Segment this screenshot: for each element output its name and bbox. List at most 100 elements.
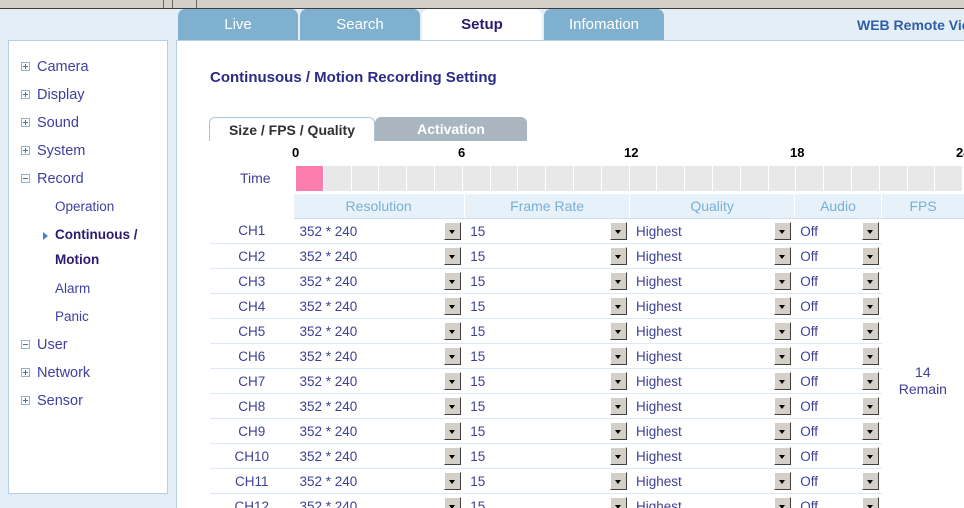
audio-select[interactable]: Off: [794, 493, 882, 508]
chevron-down-icon[interactable]: [774, 247, 792, 265]
resolution-select[interactable]: 352 * 240: [293, 443, 465, 469]
resolution-select[interactable]: 352 * 240: [293, 393, 465, 419]
quality-select[interactable]: Highest: [629, 468, 795, 494]
quality-select[interactable]: Highest: [629, 443, 795, 469]
schedule-cell-hour-1[interactable]: [324, 166, 352, 191]
chevron-down-icon[interactable]: [774, 397, 792, 415]
resolution-select[interactable]: 352 * 240: [293, 343, 465, 369]
resolution-select[interactable]: 352 * 240: [293, 468, 465, 494]
sidebar-item-motion[interactable]: Motion: [9, 249, 167, 275]
chevron-down-icon[interactable]: [861, 422, 879, 440]
frame-rate-select[interactable]: 15: [464, 393, 630, 419]
audio-select[interactable]: Off: [794, 368, 882, 394]
expand-plus-icon[interactable]: [21, 145, 30, 155]
sidebar-item-panic[interactable]: Panic: [9, 303, 167, 331]
chevron-down-icon[interactable]: [609, 472, 627, 490]
chevron-down-icon[interactable]: [609, 422, 627, 440]
chevron-down-icon[interactable]: [774, 472, 792, 490]
schedule-cell-hour-6[interactable]: [463, 166, 491, 191]
quality-select[interactable]: Highest: [629, 343, 795, 369]
chevron-down-icon[interactable]: [444, 372, 462, 390]
chevron-down-icon[interactable]: [444, 397, 462, 415]
schedule-cell-hour-13[interactable]: [657, 166, 686, 191]
resolution-select[interactable]: 352 * 240: [293, 418, 465, 444]
frame-rate-select[interactable]: 15: [464, 268, 630, 294]
chevron-down-icon[interactable]: [609, 272, 627, 290]
chevron-down-icon[interactable]: [774, 347, 792, 365]
schedule-cell-hour-16[interactable]: [741, 166, 769, 191]
chevron-down-icon[interactable]: [444, 222, 462, 240]
sidebar-item-record[interactable]: Record: [9, 165, 167, 193]
sidebar-item-operation[interactable]: Operation: [9, 193, 167, 221]
quality-select[interactable]: Highest: [629, 393, 795, 419]
collapse-minus-icon[interactable]: [21, 173, 30, 183]
sidebar-item-sound[interactable]: Sound: [9, 109, 167, 137]
tab-activation[interactable]: Activation: [375, 117, 527, 141]
chevron-down-icon[interactable]: [609, 347, 627, 365]
schedule-cell-hour-14[interactable]: [685, 166, 713, 191]
chevron-down-icon[interactable]: [774, 322, 792, 340]
quality-select[interactable]: Highest: [629, 318, 795, 344]
frame-rate-select[interactable]: 15: [464, 293, 630, 319]
schedule-cell-hour-21[interactable]: [880, 166, 908, 191]
frame-rate-select[interactable]: 15: [464, 418, 630, 444]
audio-select[interactable]: Off: [794, 318, 882, 344]
chevron-down-icon[interactable]: [774, 372, 792, 390]
chevron-down-icon[interactable]: [444, 472, 462, 490]
sidebar-item-sensor[interactable]: Sensor: [9, 387, 167, 415]
schedule-cell-hour-7[interactable]: [491, 166, 519, 191]
schedule-cell-hour-15[interactable]: [713, 166, 741, 191]
resolution-select[interactable]: 352 * 240: [293, 318, 465, 344]
quality-select[interactable]: Highest: [629, 493, 795, 508]
chevron-down-icon[interactable]: [609, 297, 627, 315]
tab-setup[interactable]: Setup: [422, 9, 542, 40]
chevron-down-icon[interactable]: [609, 372, 627, 390]
sidebar-item-network[interactable]: Network: [9, 359, 167, 387]
resolution-select[interactable]: 352 * 240: [293, 493, 465, 508]
audio-select[interactable]: Off: [794, 343, 882, 369]
schedule-cell-hour-3[interactable]: [379, 166, 408, 191]
schedule-cell-hour-17[interactable]: [769, 166, 797, 191]
chevron-down-icon[interactable]: [444, 422, 462, 440]
chevron-down-icon[interactable]: [444, 497, 462, 508]
chevron-down-icon[interactable]: [609, 447, 627, 465]
chevron-down-icon[interactable]: [444, 447, 462, 465]
sidebar-item-system[interactable]: System: [9, 137, 167, 165]
expand-plus-icon[interactable]: [21, 367, 30, 377]
audio-select[interactable]: Off: [794, 393, 882, 419]
schedule-cell-hour-23[interactable]: [935, 166, 962, 191]
tab-search[interactable]: Search: [300, 9, 420, 40]
chevron-down-icon[interactable]: [861, 472, 879, 490]
sidebar-item-user[interactable]: User: [9, 331, 167, 359]
expand-plus-icon[interactable]: [21, 117, 30, 127]
frame-rate-select[interactable]: 15: [464, 243, 630, 269]
resolution-select[interactable]: 352 * 240: [293, 268, 465, 294]
chevron-down-icon[interactable]: [774, 297, 792, 315]
chevron-down-icon[interactable]: [774, 447, 792, 465]
sidebar-item-alarm[interactable]: Alarm: [9, 275, 167, 303]
chevron-down-icon[interactable]: [444, 347, 462, 365]
chevron-down-icon[interactable]: [861, 247, 879, 265]
chevron-down-icon[interactable]: [774, 222, 792, 240]
schedule-cell-hour-18[interactable]: [796, 166, 825, 191]
schedule-cell-hour-11[interactable]: [602, 166, 630, 191]
frame-rate-select[interactable]: 15: [464, 493, 630, 508]
chevron-down-icon[interactable]: [444, 322, 462, 340]
audio-select[interactable]: Off: [794, 268, 882, 294]
resolution-select[interactable]: 352 * 240: [293, 218, 465, 244]
schedule-cell-hour-2[interactable]: [352, 166, 380, 191]
collapse-minus-icon[interactable]: [21, 339, 30, 349]
chevron-down-icon[interactable]: [444, 297, 462, 315]
schedule-cell-hour-12[interactable]: [630, 166, 658, 191]
sidebar-item-display[interactable]: Display: [9, 81, 167, 109]
frame-rate-select[interactable]: 15: [464, 368, 630, 394]
resolution-select[interactable]: 352 * 240: [293, 243, 465, 269]
schedule-timebar[interactable]: [296, 166, 962, 191]
quality-select[interactable]: Highest: [629, 243, 795, 269]
tab-information[interactable]: Infomation: [544, 9, 664, 40]
chevron-down-icon[interactable]: [861, 322, 879, 340]
frame-rate-select[interactable]: 15: [464, 218, 630, 244]
audio-select[interactable]: Off: [794, 468, 882, 494]
audio-select[interactable]: Off: [794, 243, 882, 269]
resolution-select[interactable]: 352 * 240: [293, 368, 465, 394]
